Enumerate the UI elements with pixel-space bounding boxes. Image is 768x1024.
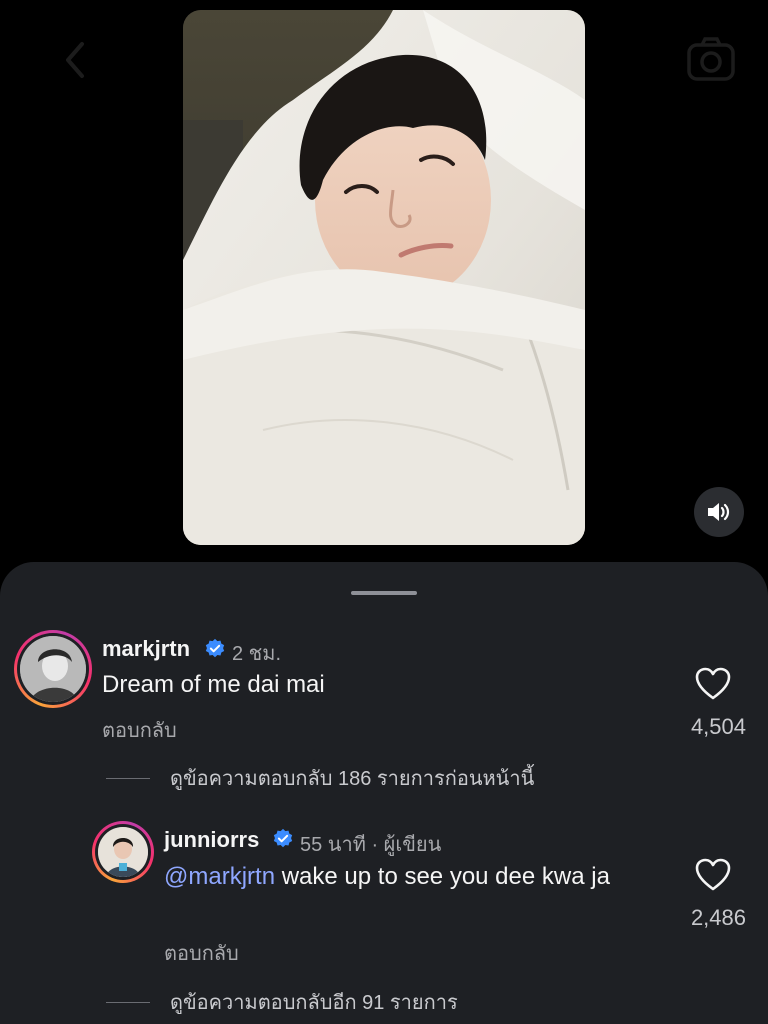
camera-icon xyxy=(687,37,735,81)
story-photo[interactable] xyxy=(183,10,585,545)
camera-button[interactable] xyxy=(686,36,736,82)
profile-photo-icon xyxy=(98,827,148,877)
mention-link[interactable]: @markjrtn xyxy=(164,863,275,890)
selfie-illustration xyxy=(183,10,585,545)
verified-badge-icon xyxy=(205,638,225,658)
view-replies-label: ดูข้อความตอบกลับ 186 รายการก่อนหน้านี้ xyxy=(170,768,535,790)
drag-handle[interactable] xyxy=(351,591,417,595)
view-replies-label: ดูข้อความตอบกลับอีก 91 รายการ xyxy=(170,992,458,1014)
speaker-volume-icon xyxy=(708,503,730,521)
comment-username[interactable]: junniorrs xyxy=(164,827,259,853)
avatar-markjrtn[interactable] xyxy=(14,630,92,708)
comment-time: 2 ชม. xyxy=(232,643,281,665)
back-button[interactable] xyxy=(58,40,94,80)
reply-button[interactable]: ตอบกลับ xyxy=(164,937,239,969)
view-replies-button[interactable]: ดูข้อความตอบกลับอีก 91 รายการ xyxy=(106,986,458,1018)
comment-time: 55 นาที · ผู้เขียน xyxy=(300,834,442,856)
comment-body: wake up to see you dee kwa ja xyxy=(275,863,610,890)
avatar-junniorrs[interactable] xyxy=(92,821,154,883)
sound-toggle-button[interactable] xyxy=(694,487,744,537)
story-reply-screen: markjrtn 2 ชม. Dream of me dai mai ตอบกล… xyxy=(0,0,768,1024)
view-replies-button[interactable]: ดูข้อความตอบกลับ 186 รายการก่อนหน้านี้ xyxy=(106,762,534,794)
comment-username[interactable]: markjrtn xyxy=(102,636,190,662)
reply-button[interactable]: ตอบกลับ xyxy=(102,714,177,746)
heart-icon[interactable] xyxy=(695,858,731,892)
profile-photo-icon xyxy=(20,636,86,702)
comment-text: Dream of me dai mai xyxy=(102,671,325,698)
heart-icon[interactable] xyxy=(695,667,731,701)
like-count: 2,486 xyxy=(690,905,746,930)
verified-badge-icon xyxy=(273,828,293,848)
comments-sheet: markjrtn 2 ชม. Dream of me dai mai ตอบกล… xyxy=(0,562,768,1024)
reply-thread-line xyxy=(106,777,150,779)
comment-text: @markjrtn wake up to see you dee kwa ja xyxy=(164,861,664,893)
like-count: 4,504 xyxy=(690,714,746,739)
reply-thread-line xyxy=(106,1001,150,1003)
chevron-left-icon xyxy=(66,42,84,78)
